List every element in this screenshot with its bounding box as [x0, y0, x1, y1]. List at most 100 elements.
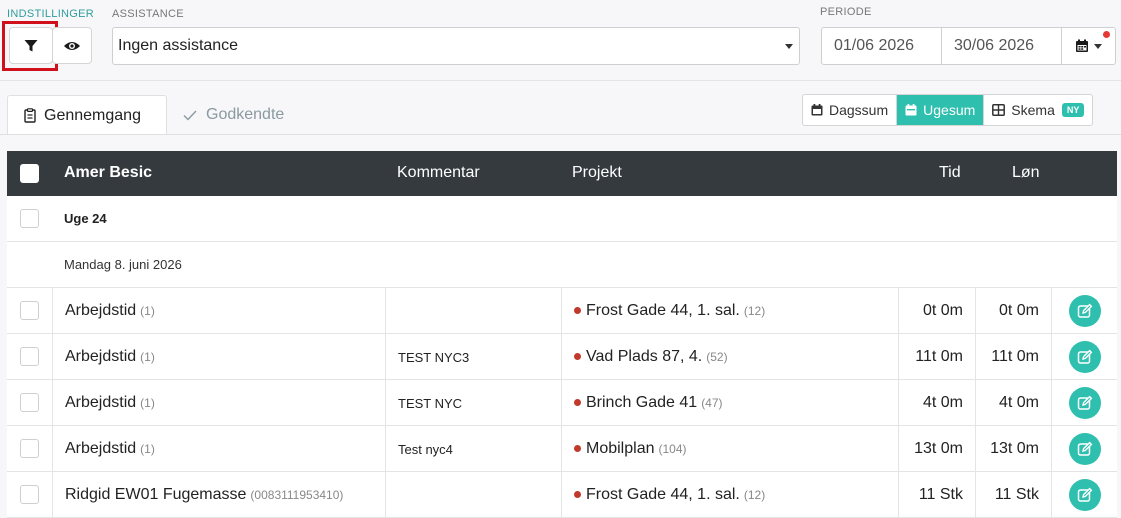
select-all-checkbox[interactable]: [20, 164, 39, 183]
row-project: Frost Gade 44, 1. sal.: [586, 485, 740, 503]
edit-icon: [1077, 303, 1092, 318]
view-switcher: Dagssum Ugesum Skema NY: [802, 94, 1094, 126]
row-pay: 11 Stk: [994, 485, 1039, 503]
check-icon: [183, 110, 197, 121]
row-project: Frost Gade 44, 1. sal.: [586, 301, 740, 319]
row-checkbox[interactable]: [20, 347, 39, 366]
edit-icon: [1077, 441, 1092, 456]
project-count: (12): [743, 303, 766, 318]
row-time: 11t 0m: [915, 347, 963, 365]
row-pay: 11t 0m: [991, 347, 1039, 365]
calendar-button[interactable]: [1061, 27, 1116, 65]
time-header: Tid: [939, 164, 961, 181]
table-header: Amer Besic Kommentar Projekt Tid Løn: [7, 151, 1117, 196]
row-project: Vad Plads 87, 4.: [586, 347, 703, 365]
project-count: (47): [701, 395, 723, 410]
edit-icon: [1077, 395, 1092, 410]
week-group-row: Uge 24: [7, 196, 1117, 242]
row-count: (0083111953410): [250, 487, 344, 502]
row-comment: Test nyc4: [398, 442, 453, 457]
view-ugesum-button[interactable]: Ugesum: [897, 95, 985, 125]
table-icon: [992, 104, 1006, 116]
row-count: (1): [140, 441, 155, 456]
visibility-button[interactable]: [52, 27, 92, 64]
view-dagssum-label: Dagssum: [829, 102, 889, 118]
edit-button[interactable]: [1068, 432, 1101, 465]
assistance-label: ASSISTANCE: [112, 8, 184, 20]
row-checkbox[interactable]: [20, 485, 39, 504]
tab-gennemgang[interactable]: Gennemgang: [7, 95, 167, 135]
project-header: Projekt: [572, 164, 622, 181]
edit-button[interactable]: [1068, 478, 1101, 511]
row-name: Arbejdstid: [65, 393, 137, 411]
project-status-dot: [574, 445, 581, 452]
date-to-input[interactable]: 30/06 2026: [941, 27, 1062, 65]
view-dagssum-button[interactable]: Dagssum: [803, 95, 898, 125]
tab-divider: [0, 134, 1121, 135]
view-ugesum-label: Ugesum: [923, 102, 976, 118]
row-comment: TEST NYC3: [398, 350, 470, 365]
row-checkbox[interactable]: [20, 439, 39, 458]
row-time: 4t 0m: [922, 393, 963, 411]
calendar-week-icon: [905, 104, 917, 116]
project-count: (52): [706, 349, 728, 364]
tab-gennemgang-label: Gennemgang: [44, 106, 141, 124]
view-skema-label: Skema: [1011, 102, 1055, 118]
time-table: Amer Besic Kommentar Projekt Tid Løn Uge…: [7, 151, 1117, 518]
row-time: 0t 0m: [922, 301, 963, 319]
row-count: (1): [140, 395, 155, 410]
edit-button[interactable]: [1068, 294, 1101, 327]
project-status-dot: [574, 353, 581, 360]
row-name: Arbejdstid: [65, 439, 137, 457]
comment-header: Kommentar: [397, 164, 480, 181]
row-count: (1): [140, 303, 155, 318]
project-status-dot: [574, 399, 581, 406]
week-checkbox[interactable]: [20, 209, 39, 228]
date-to-value: 30/06 2026: [954, 37, 1035, 54]
row-pay: 0t 0m: [998, 301, 1039, 319]
week-label: Uge 24: [64, 211, 107, 226]
row-checkbox[interactable]: [20, 393, 39, 412]
project-status-dot: [574, 491, 581, 498]
settings-label: INDSTILLINGER: [7, 8, 95, 20]
caret-down-icon: [1094, 43, 1102, 49]
project-status-dot: [574, 307, 581, 314]
tab-godkendte-label: Godkendte: [206, 106, 285, 123]
tab-godkendte[interactable]: Godkendte: [183, 95, 284, 135]
row-name: Arbejdstid: [65, 301, 137, 319]
notification-dot: [1103, 31, 1110, 38]
calendar-icon: [1076, 39, 1088, 52]
table-row: Arbejdstid (1) TEST NYC3 Vad Plads 87, 4.…: [7, 334, 1117, 380]
employee-name-header: Amer Besic: [64, 164, 153, 181]
new-badge: NY: [1061, 103, 1085, 117]
assistance-select[interactable]: Ingen assistance: [112, 27, 800, 65]
table-body: Arbejdstid (1) Frost Gade 44, 1. sal. (12)…: [7, 288, 1117, 518]
date-from-input[interactable]: 01/06 2026: [821, 27, 942, 65]
edit-button[interactable]: [1068, 386, 1101, 419]
eye-icon: [64, 41, 80, 50]
table-row: Ridgid EW01 Fugemasse (0083111953410) Fro…: [7, 472, 1117, 518]
row-pay: 4t 0m: [998, 393, 1039, 411]
project-count: (104): [658, 441, 687, 456]
row-name: Ridgid EW01 Fugemasse: [65, 485, 247, 503]
assistance-select-value: Ingen assistance: [118, 37, 239, 54]
clipboard-icon: [24, 108, 36, 123]
date-from-value: 01/06 2026: [834, 37, 915, 54]
row-name: Arbejdstid: [65, 347, 137, 365]
view-skema-button[interactable]: Skema NY: [984, 95, 1092, 125]
row-project: Brinch Gade 41: [586, 393, 698, 411]
day-label: Mandag 8. juni 2026: [64, 257, 182, 272]
edit-icon: [1077, 349, 1092, 364]
period-label: PERIODE: [820, 6, 872, 18]
selection-highlight: [2, 21, 58, 71]
row-checkbox[interactable]: [20, 301, 39, 320]
table-row: Arbejdstid (1) Test nyc4 Mobilplan (104) 1…: [7, 426, 1117, 472]
row-pay: 13t 0m: [990, 439, 1039, 457]
edit-button[interactable]: [1068, 340, 1101, 373]
filter-divider: [0, 80, 1121, 81]
day-group-row: Mandag 8. juni 2026: [7, 242, 1117, 288]
row-count: (1): [140, 349, 155, 364]
caret-down-icon: [785, 44, 793, 49]
project-count: (12): [743, 487, 766, 502]
table-row: Arbejdstid (1) Frost Gade 44, 1. sal. (12)…: [7, 288, 1117, 334]
